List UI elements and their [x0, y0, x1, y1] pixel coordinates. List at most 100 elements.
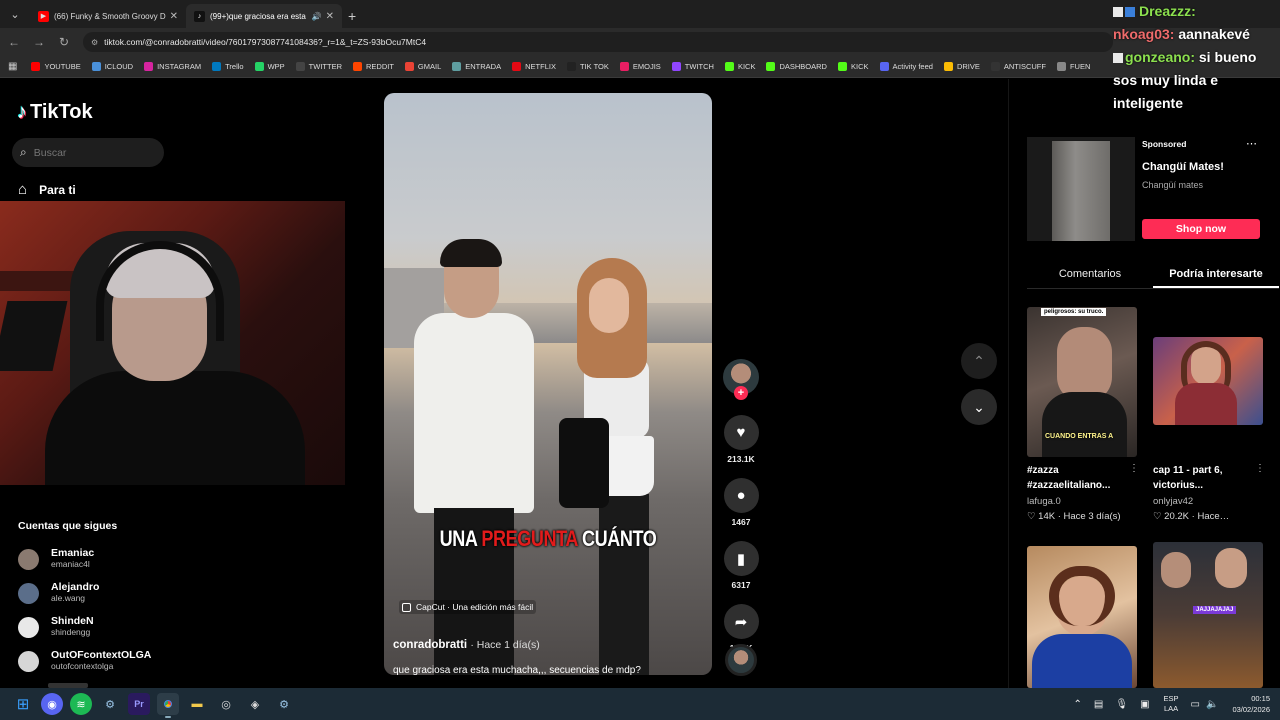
comment-icon[interactable]: ● — [723, 478, 759, 513]
nav-for-you[interactable]: ⌂ Para ti — [18, 181, 76, 198]
avatar[interactable] — [18, 582, 39, 604]
search-input[interactable] — [33, 146, 144, 159]
avatar[interactable] — [18, 548, 39, 570]
capcut-tag[interactable]: CapCut · Una edición más fácil — [399, 600, 537, 614]
previous-video-button[interactable]: ⌃ — [961, 343, 997, 379]
ad-thumbnail[interactable] — [1027, 137, 1135, 241]
steam-icon[interactable]: ⚙ — [99, 693, 121, 715]
bookmark-item[interactable]: KICK — [837, 62, 869, 71]
browser-tab-youtube[interactable]: ▶ (66) Funky & Smooth Groovy D ✕ — [30, 4, 186, 28]
avatar[interactable] — [18, 650, 39, 672]
tray-expand-icon[interactable]: ⌃ — [1074, 699, 1082, 710]
recommended-likes: 14K — [1038, 511, 1056, 522]
more-options-icon[interactable]: ⋮ — [1129, 463, 1139, 474]
bookmark-item[interactable]: REDDIT — [353, 62, 394, 71]
url-field[interactable]: ⚙ tiktok.com/@conradobratti/video/760179… — [83, 32, 1113, 52]
recommended-video[interactable] — [1027, 546, 1139, 688]
new-tab-button[interactable]: + — [348, 8, 356, 24]
music-disc-icon[interactable] — [725, 644, 757, 676]
bookmark-item[interactable]: TIK TOK — [566, 62, 609, 71]
more-options-icon[interactable]: ⋮ — [1255, 463, 1265, 474]
tray-app-icon[interactable]: ▤ — [1094, 699, 1103, 710]
recommended-thumbnail[interactable] — [1027, 546, 1137, 688]
bookmark-favicon-icon — [619, 62, 629, 71]
bookmark-item[interactable]: EMOJIS — [619, 62, 661, 71]
ad-subtitle: Changüí mates — [1142, 180, 1204, 190]
chrome-icon[interactable] — [157, 693, 179, 718]
avatar[interactable] — [18, 616, 39, 638]
search-box[interactable]: ⌕ — [12, 138, 164, 167]
following-account[interactable]: OutOFcontextOLGA outofcontextolga — [18, 644, 151, 678]
shop-now-button[interactable]: Shop now — [1142, 219, 1260, 239]
following-account[interactable]: Alejandro ale.wang — [18, 576, 151, 610]
video-author[interactable]: conradobratti · Hace 1 día(s) — [393, 639, 540, 651]
steam-client-icon[interactable]: ⚙ — [273, 693, 295, 715]
bookmark-item[interactable]: Activity feed — [879, 62, 933, 71]
close-tab-icon[interactable]: ✕ — [326, 11, 334, 22]
bookmark-item[interactable]: TWITTER — [295, 62, 342, 71]
bookmark-item[interactable]: YOUTUBE — [31, 62, 81, 71]
discord-icon[interactable]: ◉ — [41, 693, 63, 715]
forward-button[interactable]: → — [28, 35, 50, 49]
capture-app-icon[interactable]: ◈ — [244, 693, 266, 715]
site-info-icon[interactable]: ⚙ — [91, 38, 98, 47]
bookmark-item[interactable]: ICLOUD — [91, 62, 133, 71]
recommended-thumbnail[interactable]: JAJJAJAJAJ — [1153, 542, 1263, 688]
following-account[interactable]: Emaniac emaniac4l — [18, 542, 151, 576]
following-account[interactable]: ShindeN shindengg — [18, 610, 151, 644]
heart-icon[interactable]: ♥ — [723, 415, 759, 450]
video-player[interactable]: UNA PREGUNTA CUÁNTO CapCut · Una edición… — [384, 93, 712, 675]
more-options-icon[interactable]: ⋯ — [1246, 137, 1257, 150]
obs-icon[interactable]: ◎ — [215, 693, 237, 715]
bookmark-item[interactable]: WPP — [254, 62, 285, 71]
bookmark-item[interactable]: INSTAGRAM — [144, 62, 201, 71]
like-action[interactable]: ♥ 213.1K — [723, 415, 759, 464]
share-icon[interactable]: ➦ — [723, 604, 759, 639]
tiktok-logo[interactable]: ♪ TikTok — [17, 101, 93, 124]
microphone-icon[interactable]: 🎙 — [1115, 699, 1128, 710]
author-avatar[interactable]: + — [723, 359, 759, 400]
next-video-button[interactable]: ⌄ — [961, 389, 997, 425]
language-indicator[interactable]: ESP LAA — [1164, 694, 1179, 714]
bookmark-item[interactable]: ANTISCUFF — [990, 62, 1046, 71]
bookmark-item[interactable]: KICK — [724, 62, 755, 71]
bookmark-favicon-icon — [144, 62, 154, 71]
bookmark-item[interactable]: GMAIL — [404, 62, 441, 71]
recommended-thumbnail[interactable] — [1153, 337, 1263, 425]
recommended-video[interactable]: JAJJAJAJAJ — [1153, 542, 1265, 688]
sponsored-ad[interactable]: Sponsored ⋯ Changüí Mates! Changüí mates… — [1027, 137, 1261, 241]
apps-grid-icon[interactable]: ▦ — [8, 61, 17, 72]
follow-plus-icon[interactable]: + — [734, 386, 748, 400]
comment-action[interactable]: ● 1467 — [723, 478, 759, 527]
recommended-thumbnail[interactable]: peligrosos: su truco. CUANDO ENTRAS A — [1027, 307, 1137, 457]
close-tab-icon[interactable]: ✕ — [170, 11, 178, 22]
volume-icon[interactable]: 🔈 — [1206, 699, 1218, 710]
premiere-icon[interactable]: Pr — [128, 693, 150, 715]
speaker-icon[interactable]: 🔊 — [312, 12, 322, 21]
save-action[interactable]: ▮ 6317 — [723, 541, 759, 590]
recommended-video[interactable]: cap 11 - part 6, victorius... onlyjav42 … — [1153, 307, 1265, 522]
tab-you-may-like[interactable]: Podría interesarte — [1153, 263, 1279, 288]
tray-app-icon[interactable]: ▣ — [1140, 699, 1149, 710]
back-button[interactable]: ← — [3, 35, 25, 49]
spotify-icon[interactable]: ≋ — [70, 693, 92, 715]
bookmark-icon[interactable]: ▮ — [723, 541, 759, 576]
bookmark-item[interactable]: TWITCH — [671, 62, 714, 71]
bookmark-item[interactable]: FUEN — [1056, 62, 1090, 71]
streamer-webcam-overlay — [0, 201, 345, 485]
file-explorer-icon[interactable]: ▬ — [186, 693, 208, 715]
network-icon[interactable]: ▭ — [1191, 699, 1200, 710]
recommended-video[interactable]: peligrosos: su truco. CUANDO ENTRAS A #z… — [1027, 307, 1139, 522]
reload-button[interactable]: ↻ — [53, 35, 75, 49]
bookmark-item[interactable]: ENTRADA — [452, 62, 501, 71]
clock[interactable]: 00:15 03/02/2026 — [1232, 693, 1270, 715]
bookmark-item[interactable]: DRIVE — [943, 62, 980, 71]
browser-tab-tiktok[interactable]: ♪ (99+)que graciosa era esta 🔊 ✕ — [186, 4, 342, 28]
tab-search-button[interactable]: ⌄ — [4, 3, 26, 25]
bookmark-item[interactable]: DASHBOARD — [766, 62, 827, 71]
windows-start-icon[interactable]: ⊞ — [12, 693, 34, 715]
tab-comments[interactable]: Comentarios — [1027, 263, 1153, 288]
bookmark-item[interactable]: Trello — [212, 62, 244, 71]
bookmark-item[interactable]: NETFLIX — [512, 62, 556, 71]
recommended-likes: 20.2K — [1164, 511, 1189, 522]
